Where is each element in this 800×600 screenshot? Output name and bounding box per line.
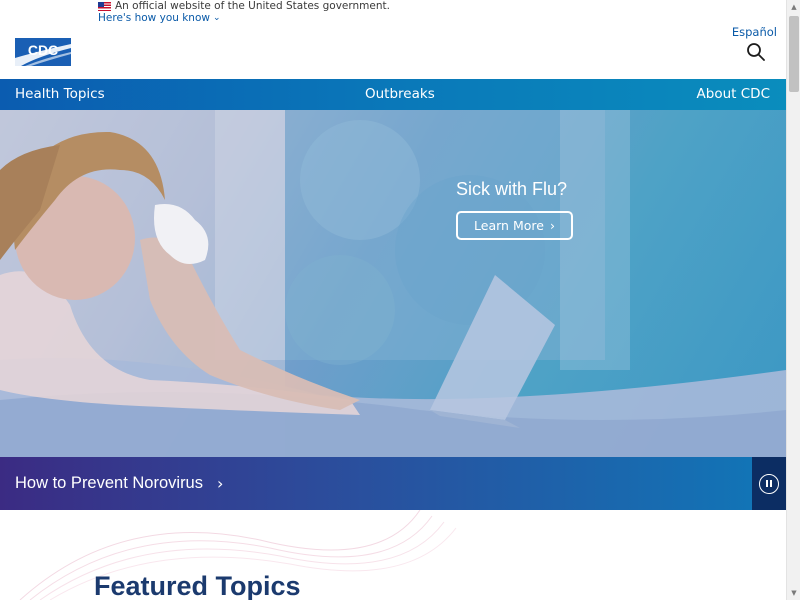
nav-outbreaks[interactable]: Outbreaks xyxy=(365,86,435,102)
search-icon[interactable] xyxy=(746,42,766,62)
gov-banner: An official website of the United States… xyxy=(0,0,786,28)
carousel-caption[interactable]: How to Prevent Norovirus › xyxy=(0,457,752,510)
us-flag-icon xyxy=(98,1,111,11)
hero-banner: Sick with Flu? Learn More › xyxy=(0,110,786,457)
how-you-know-label: Here's how you know xyxy=(98,12,210,24)
pause-icon xyxy=(759,473,779,494)
learn-more-label: Learn More xyxy=(474,218,544,233)
chevron-right-icon: › xyxy=(549,218,555,233)
hero-title: Sick with Flu? xyxy=(456,179,568,199)
featured-topics-heading: Featured Topics xyxy=(94,571,301,600)
logo-text: CDC xyxy=(28,42,58,58)
chevron-right-icon: › xyxy=(217,474,224,493)
chevron-down-icon: ⌄ xyxy=(212,13,221,23)
nav-about-cdc[interactable]: About CDC xyxy=(697,86,770,102)
scroll-up-arrow-icon[interactable]: ▲ xyxy=(787,0,800,14)
site-header: CDC Español xyxy=(0,25,786,79)
espanol-link[interactable]: Español xyxy=(732,25,777,39)
hero-image-sick-woman xyxy=(0,110,786,457)
scroll-down-arrow-icon[interactable]: ▼ xyxy=(787,586,800,600)
cdc-logo[interactable]: CDC xyxy=(15,38,71,66)
nav-health-topics[interactable]: Health Topics xyxy=(15,86,105,102)
main-nav: Health Topics Outbreaks About CDC xyxy=(0,79,786,110)
learn-more-button[interactable]: Learn More › xyxy=(456,211,573,240)
carousel-pause-button[interactable] xyxy=(752,457,786,510)
page-scrollbar[interactable]: ▲ ▼ xyxy=(786,0,800,600)
how-you-know-toggle[interactable]: Here's how you know ⌄ xyxy=(98,12,221,24)
carousel-caption-text: How to Prevent Norovirus xyxy=(15,474,203,492)
scroll-thumb[interactable] xyxy=(789,16,799,92)
featured-section: Featured Topics xyxy=(0,510,786,600)
official-website-text: An official website of the United States… xyxy=(115,0,390,12)
official-website-line: An official website of the United States… xyxy=(98,0,390,12)
